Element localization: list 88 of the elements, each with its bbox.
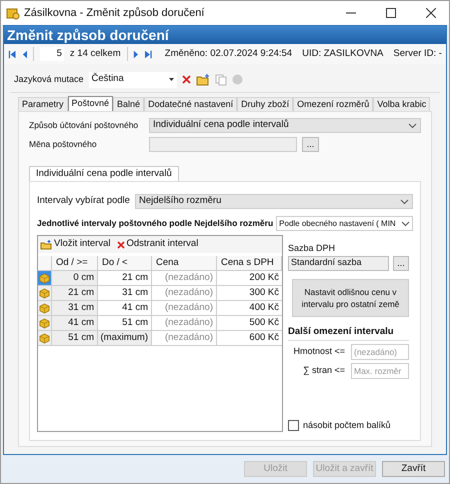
add-interval-button[interactable]: Vložit interval (40, 237, 110, 252)
tab[interactable]: Poštovné (68, 96, 114, 111)
vat-field[interactable]: Standardní sazba (288, 256, 389, 270)
currency-label: Měna poštovného (29, 138, 98, 151)
tab[interactable]: Omezení rozměrů (293, 97, 374, 111)
table-cell: 41 cm (98, 301, 152, 316)
table-cell: 31 cm (98, 286, 152, 301)
chevron-icon (401, 220, 410, 226)
remove-interval-button[interactable]: Odstranit interval (116, 237, 198, 252)
table-cell: 300 Kč (217, 286, 282, 301)
table-cell: 0 cm (52, 271, 98, 286)
column-header[interactable]: Do / < (98, 256, 152, 271)
chevron-icon (408, 122, 417, 128)
vat-label: Sazba DPH (288, 242, 336, 255)
row-marker[interactable] (38, 271, 52, 286)
table-cell: (maximum) (98, 331, 152, 346)
billing-select[interactable]: Individuální cena podle intervalů (149, 118, 421, 133)
table-cell: (nezadáno) (152, 271, 217, 286)
currency-browse-button[interactable]: ... (302, 137, 319, 152)
limits-heading: Další omezení intervalu (288, 324, 409, 341)
previous-record-icon[interactable] (22, 50, 28, 58)
table-cell: 600 Kč (217, 331, 282, 346)
next-record-icon[interactable] (133, 50, 140, 58)
limit-label: Hmotnost <= (293, 345, 345, 358)
tab[interactable]: Parametry (18, 97, 68, 111)
table-cell: (nezadáno) (152, 316, 217, 331)
tab[interactable]: Dodatečné nastavení (144, 97, 238, 111)
other-countries-price-button[interactable]: Nastavit odlišnou cenu v intervalu pro ostatní země (292, 278, 409, 316)
interval-mode-select[interactable]: Podle obecného nastavení ( MIN (276, 216, 413, 231)
uid-label: UID: ZASILKOVNA (302, 46, 384, 61)
package-icon (39, 318, 50, 328)
table-cell: 200 Kč (217, 271, 282, 286)
multiply-checkbox[interactable] (288, 420, 299, 431)
delete-icon (116, 240, 124, 248)
dropdown-arrow-icon (168, 78, 174, 81)
column-header[interactable]: Od / >= (52, 256, 98, 271)
close-icon[interactable] (426, 8, 436, 18)
package-icon (39, 272, 50, 284)
record-position-field[interactable]: 5 (40, 46, 64, 62)
table-cell: 21 cm (98, 271, 152, 286)
multiply-label: násobit počtem balíků (303, 418, 391, 432)
row-marker[interactable] (38, 316, 52, 331)
limit-field[interactable]: (nezadáno) (351, 344, 409, 360)
column-header[interactable]: Cena s DPH (217, 256, 282, 271)
table-cell: 400 Kč (217, 301, 282, 316)
table-cell: 31 cm (52, 301, 98, 316)
row-marker[interactable] (38, 331, 52, 346)
intervals-by-label: Intervaly vybírat podle (37, 194, 131, 208)
language-select[interactable]: Čeština (88, 72, 177, 88)
intervals-by-select[interactable]: Nejdelšího rozměru (135, 194, 413, 209)
currency-field[interactable] (149, 137, 297, 152)
tab[interactable]: Balné (113, 97, 144, 111)
new-folder-icon[interactable] (196, 74, 210, 86)
table-cell: (nezadáno) (152, 301, 217, 316)
intervals-heading: Jednotlivé intervaly poštovného podle Nejdelšího rozměru (37, 217, 274, 230)
row-marker[interactable] (38, 301, 52, 316)
billing-label: Způsob účtování poštovného (29, 119, 140, 132)
footer-button[interactable]: Zavřít (382, 461, 445, 477)
window-title: Zásilkovna - Změnit způsob doručení (24, 6, 204, 21)
first-record-icon[interactable] (8, 50, 16, 58)
last-record-icon[interactable] (145, 50, 153, 58)
package-icon (39, 288, 50, 298)
modified-date: Změněno: 02.07.2024 9:24:54 (164, 46, 292, 61)
dialog-title: Změnit způsob doručení (7, 26, 169, 45)
server-id-label: Server ID: - (393, 46, 442, 61)
add-folder-icon (40, 240, 52, 250)
limit-label: ∑ stran <= (303, 364, 345, 377)
column-header[interactable]: Cena (152, 256, 217, 271)
table-cell: (nezadáno) (152, 286, 217, 301)
maximize-icon[interactable] (386, 8, 396, 18)
record-count: z 14 celkem (70, 46, 121, 61)
language-label: Jazyková mutace (14, 72, 84, 86)
table-cell: 51 cm (52, 331, 98, 346)
tab[interactable]: Druhy zboží (237, 97, 294, 111)
table-cell: (nezadáno) (152, 331, 217, 346)
limit-field[interactable]: Max. rozměr (351, 362, 409, 379)
app-icon (6, 6, 20, 20)
table-cell: 41 cm (52, 316, 98, 331)
row-marker[interactable] (38, 286, 52, 301)
package-icon (39, 332, 50, 344)
chevron-icon (400, 198, 409, 204)
tab[interactable]: Volba krabic (373, 97, 430, 111)
table-cell: 21 cm (52, 286, 98, 301)
package-icon (39, 302, 50, 314)
delete-icon[interactable] (182, 75, 191, 84)
inner-tab[interactable]: Individuální cena podle intervalů (29, 166, 179, 181)
table-cell: 500 Kč (217, 316, 282, 331)
vat-browse-button[interactable]: ... (393, 256, 409, 270)
